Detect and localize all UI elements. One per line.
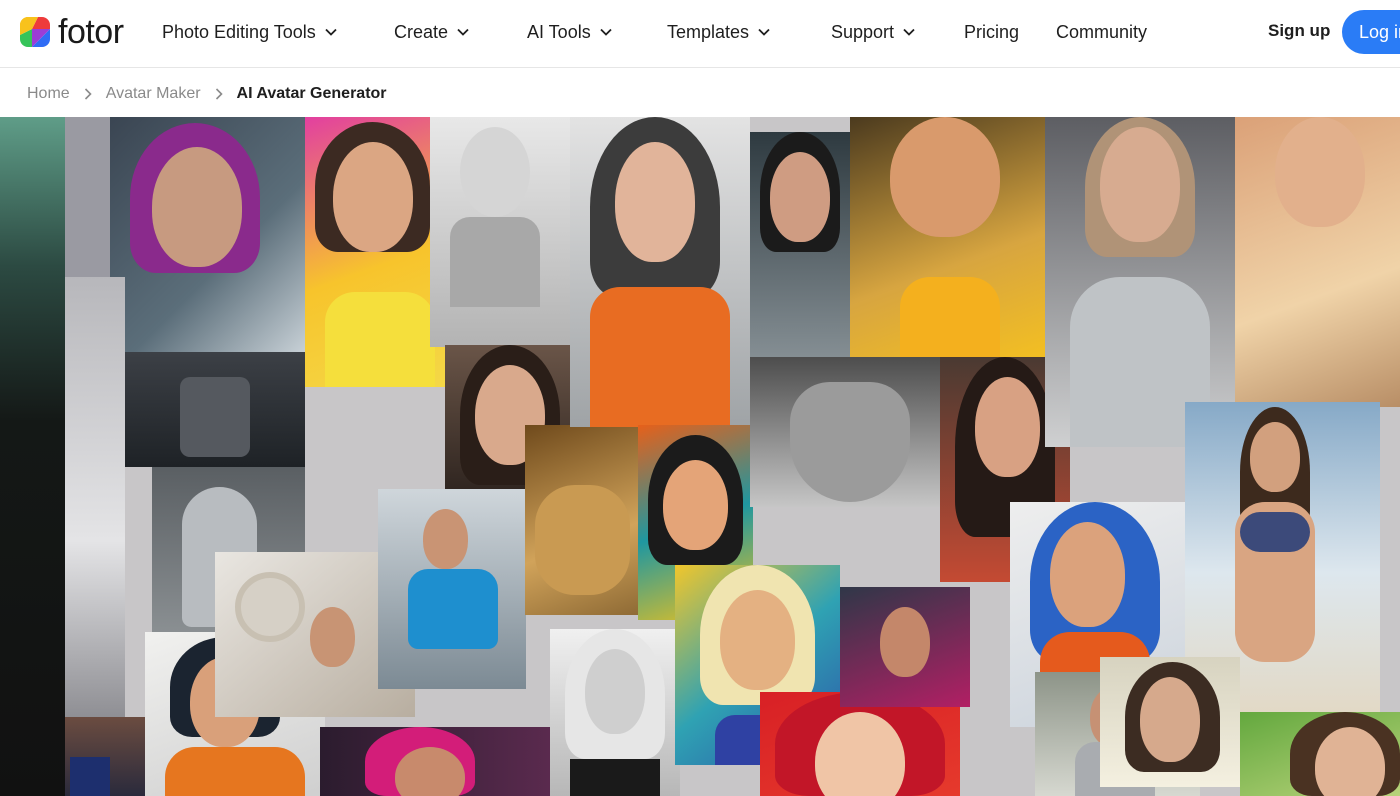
chevron-right-icon bbox=[84, 88, 92, 100]
nav-label: Photo Editing Tools bbox=[162, 21, 316, 42]
avatar-tile bbox=[110, 117, 305, 352]
nav-label: Templates bbox=[667, 21, 750, 42]
nav-templates[interactable]: Templates bbox=[667, 20, 770, 44]
signup-link[interactable]: Sign up bbox=[1268, 21, 1330, 41]
nav-label: Community bbox=[1056, 21, 1148, 42]
avatar-tile bbox=[1045, 117, 1235, 447]
chevron-down-icon bbox=[758, 28, 770, 36]
chevron-down-icon bbox=[325, 28, 337, 36]
avatar-tile bbox=[850, 117, 1045, 357]
avatar-tile bbox=[840, 587, 970, 707]
nav-support[interactable]: Support bbox=[831, 20, 915, 44]
login-button[interactable]: Log in bbox=[1342, 10, 1400, 54]
nav-label: Create bbox=[394, 21, 449, 42]
avatar-tile bbox=[550, 629, 680, 796]
breadcrumb-home[interactable]: Home bbox=[27, 85, 70, 103]
breadcrumb-current: AI Avatar Generator bbox=[236, 85, 387, 102]
fotor-logo[interactable]: fotor bbox=[20, 15, 124, 49]
fotor-logo-icon bbox=[20, 17, 50, 47]
hero-left-edge bbox=[0, 117, 65, 796]
site-header: fotor Photo Editing Tools Create AI Tool… bbox=[0, 0, 1400, 68]
hero-avatar-collage bbox=[0, 117, 1400, 796]
nav-community[interactable]: Community bbox=[1056, 20, 1147, 44]
avatar-tile bbox=[750, 357, 940, 507]
breadcrumb-avatar-maker[interactable]: Avatar Maker bbox=[106, 85, 201, 103]
avatar-tile bbox=[305, 117, 445, 387]
avatar-tile bbox=[65, 277, 125, 717]
avatar-tile bbox=[378, 489, 526, 689]
avatar-tile bbox=[525, 425, 640, 615]
avatar-tile bbox=[1235, 117, 1400, 407]
chevron-down-icon bbox=[600, 28, 612, 36]
chevron-right-icon bbox=[215, 88, 223, 100]
avatar-tile bbox=[320, 727, 550, 796]
breadcrumb: Home Avatar Maker AI Avatar Generator bbox=[27, 84, 387, 104]
avatar-tile bbox=[65, 117, 110, 277]
nav-photo-editing-tools[interactable]: Photo Editing Tools bbox=[162, 20, 337, 44]
avatar-tile bbox=[1240, 712, 1400, 796]
brand-name: fotor bbox=[58, 13, 124, 51]
nav-label: Support bbox=[831, 21, 895, 42]
avatar-tile bbox=[125, 352, 305, 467]
avatar-tile bbox=[570, 117, 750, 427]
nav-label: AI Tools bbox=[527, 21, 591, 42]
nav-label: Pricing bbox=[964, 21, 1020, 42]
nav-create[interactable]: Create bbox=[394, 20, 469, 44]
nav-pricing[interactable]: Pricing bbox=[964, 20, 1019, 44]
avatar-tile bbox=[760, 692, 960, 796]
nav-ai-tools[interactable]: AI Tools bbox=[527, 20, 612, 44]
chevron-down-icon bbox=[457, 28, 469, 36]
avatar-tile bbox=[430, 117, 570, 347]
avatar-tile bbox=[1100, 657, 1240, 787]
chevron-down-icon bbox=[903, 28, 915, 36]
